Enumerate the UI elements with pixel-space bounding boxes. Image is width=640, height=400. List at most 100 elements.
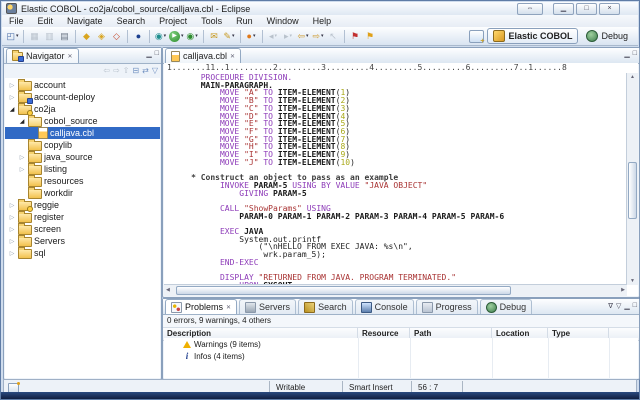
web-browser-button[interactable]: ● xyxy=(132,29,145,44)
tree-item-register[interactable]: ▷ register xyxy=(5,210,160,223)
collapse-all-button[interactable]: ⊟ xyxy=(132,66,139,75)
perspective-debug[interactable]: Debug xyxy=(581,29,633,43)
tab-progress[interactable]: Progress xyxy=(415,299,478,314)
open-perspective-button[interactable] xyxy=(469,29,485,45)
expander-icon[interactable]: ◢ xyxy=(8,106,16,113)
dropdown-arrow-icon[interactable]: ▾ xyxy=(195,33,198,39)
indicator-red-button[interactable]: ⚑ xyxy=(349,29,362,44)
new-wizard-button[interactable]: ◰ ▾ xyxy=(6,29,19,44)
tree-item-listing[interactable]: ▷ listing xyxy=(5,162,160,175)
tree-item-resources[interactable]: resources xyxy=(5,174,160,187)
expander-icon[interactable]: ▷ xyxy=(18,166,26,173)
dropdown-arrow-icon[interactable]: ▾ xyxy=(290,33,293,39)
scroll-right-icon[interactable]: ▶ xyxy=(621,285,625,295)
scroll-up-icon[interactable]: ▲ xyxy=(627,74,638,80)
compile-cobol-button[interactable]: ◆ xyxy=(80,29,93,44)
tree-item-cobol-source[interactable]: ◢ cobol_source xyxy=(5,114,160,127)
perspective-elastic-cobol[interactable]: Elastic COBOL xyxy=(487,28,579,44)
close-icon[interactable]: ✕ xyxy=(230,53,235,60)
dropdown-arrow-icon[interactable]: ▾ xyxy=(16,33,19,39)
menu-help[interactable]: Help xyxy=(306,16,339,26)
expander-icon[interactable]: ▷ xyxy=(18,154,26,161)
menu-tools[interactable]: Tools xyxy=(194,16,229,26)
tab-console[interactable]: Console xyxy=(354,299,414,314)
window-resize-button[interactable]: ⇔ xyxy=(517,2,543,15)
maximize-panel-button[interactable]: □ xyxy=(633,50,637,58)
problems-row-infos-4-items[interactable]: i Infos (4 items) xyxy=(164,350,638,362)
dropdown-arrow-icon[interactable]: ▾ xyxy=(253,33,256,39)
indicator-yellow-button[interactable]: ⚑ xyxy=(364,29,377,44)
run-button[interactable]: ▶ ▾ xyxy=(169,29,184,44)
tab-calljava-cbl[interactable]: calljava.cbl ✕ xyxy=(165,48,242,63)
expander-icon[interactable]: ▷ xyxy=(8,82,16,89)
dropdown-arrow-icon[interactable]: ▾ xyxy=(321,33,324,39)
vertical-scroll-thumb[interactable] xyxy=(628,162,637,220)
tree-item-copylib[interactable]: copylib xyxy=(5,138,160,151)
tab-debug[interactable]: Debug xyxy=(479,299,533,314)
minimize-panel-button[interactable]: ▁ xyxy=(624,302,629,310)
tree-item-calljava-cbl[interactable]: calljava.cbl xyxy=(5,127,160,139)
minimize-panel-button[interactable]: ▁ xyxy=(146,50,151,58)
expander-icon[interactable]: ▷ xyxy=(8,238,16,245)
dropdown-arrow-icon[interactable]: ▾ xyxy=(232,33,235,39)
horizontal-scrollbar[interactable]: ◀ ▶ xyxy=(164,284,627,296)
menu-run[interactable]: Run xyxy=(229,16,260,26)
search-toolbar-button[interactable]: ✎ ▾ xyxy=(223,29,236,44)
scroll-down-icon[interactable]: ▼ xyxy=(627,278,638,284)
tree-item-java-source[interactable]: ▷ java_source xyxy=(5,150,160,163)
dropdown-arrow-icon[interactable]: ▾ xyxy=(181,33,184,39)
minimize-button[interactable]: ▁ xyxy=(553,2,574,15)
expander-icon[interactable]: ▷ xyxy=(8,202,16,209)
close-button[interactable]: × xyxy=(599,2,620,15)
tree-item-account[interactable]: ▷ account xyxy=(5,78,160,91)
dropdown-arrow-icon[interactable]: ▾ xyxy=(164,33,167,39)
menu-edit[interactable]: Edit xyxy=(31,16,61,26)
tree-item-workdir[interactable]: workdir xyxy=(5,186,160,199)
expander-icon[interactable]: ▷ xyxy=(8,214,16,221)
problems-row-warnings-9-items[interactable]: Warnings (9 items) xyxy=(164,338,638,350)
back-history-button[interactable]: ⇦ ▾ xyxy=(297,29,310,44)
close-icon[interactable]: ✕ xyxy=(68,53,73,60)
maximize-button[interactable]: □ xyxy=(576,2,597,15)
minimize-panel-button[interactable]: ▁ xyxy=(624,50,629,58)
tree-item-account-deploy[interactable]: ▷ account-deploy xyxy=(5,90,160,104)
dropdown-arrow-icon[interactable]: ▾ xyxy=(275,33,278,39)
horizontal-scroll-thumb[interactable] xyxy=(176,286,512,295)
menu-project[interactable]: Project xyxy=(152,16,194,26)
menu-window[interactable]: Window xyxy=(260,16,306,26)
vertical-scrollbar[interactable]: ▲ ▼ xyxy=(626,73,638,285)
menu-search[interactable]: Search xyxy=(110,16,153,26)
view-menu-button[interactable]: ▽ xyxy=(616,302,621,310)
dropdown-arrow-icon[interactable]: ▾ xyxy=(306,33,309,39)
tab-problems[interactable]: Problems ✕ xyxy=(165,299,238,314)
tree-item-sql[interactable]: ▷ sql xyxy=(5,246,160,259)
check-syntax-button[interactable]: ◇ xyxy=(110,29,123,44)
scroll-left-icon[interactable]: ◀ xyxy=(166,285,170,295)
maximize-panel-button[interactable]: □ xyxy=(633,302,637,310)
tab-servers[interactable]: Servers xyxy=(239,299,297,314)
expander-icon[interactable]: ◢ xyxy=(18,118,26,125)
expander-icon[interactable]: ▷ xyxy=(8,226,16,233)
tab-navigator[interactable]: Navigator ✕ xyxy=(6,48,79,63)
view-menu-button[interactable]: ▽ xyxy=(152,66,158,75)
tree-item-screen[interactable]: ▷ screen xyxy=(5,222,160,235)
link-with-editor-button[interactable]: ⇄ xyxy=(142,66,149,75)
menu-file[interactable]: File xyxy=(2,16,31,26)
tree-item-co2ja[interactable]: ◢ co2ja xyxy=(5,102,160,116)
filter-button[interactable]: ∇ xyxy=(608,302,613,310)
expander-icon[interactable]: ▷ xyxy=(8,94,16,101)
task-button[interactable]: ● ▾ xyxy=(245,29,258,44)
profile-button[interactable]: ◉ ▾ xyxy=(186,29,199,44)
new-mail-button[interactable]: ✉ xyxy=(208,29,221,44)
tree-item-servers[interactable]: ▷ Servers xyxy=(5,234,160,247)
code-area[interactable]: PROCEDURE DIVISION. MAIN-PARAGRAPH. MOVE… xyxy=(167,74,626,285)
close-icon[interactable]: ✕ xyxy=(226,304,231,311)
expander-icon[interactable]: ▷ xyxy=(8,250,16,257)
maximize-panel-button[interactable]: □ xyxy=(155,50,159,58)
menu-navigate[interactable]: Navigate xyxy=(60,16,110,26)
debug-button[interactable]: ◉ ▾ xyxy=(154,29,167,44)
editor-content[interactable]: 1.......11..1.........2.........3.......… xyxy=(164,63,638,296)
tree-item-reggie[interactable]: ▷ reggie xyxy=(5,198,160,212)
forward-history-button[interactable]: ⇨ ▾ xyxy=(312,29,325,44)
tab-search[interactable]: Search xyxy=(298,299,353,314)
